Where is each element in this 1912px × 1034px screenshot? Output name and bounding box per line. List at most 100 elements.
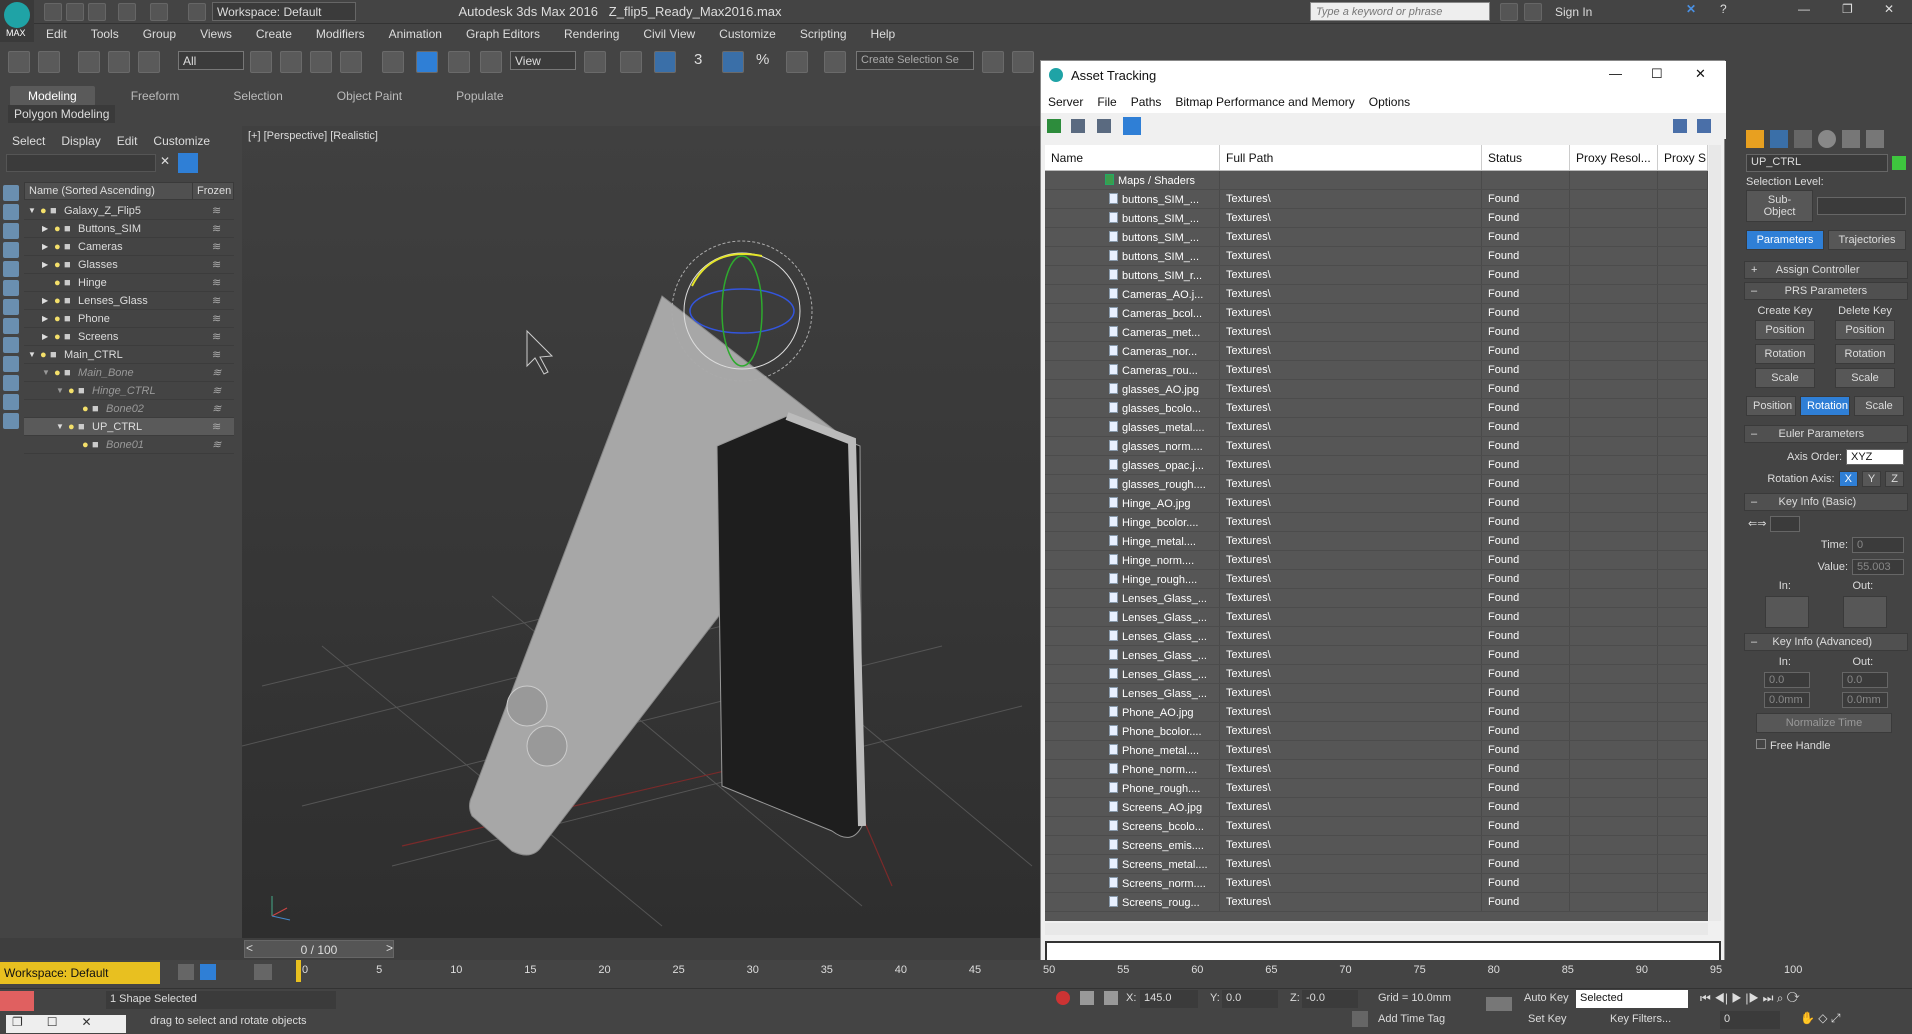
asset-row[interactable]: buttons_SIM_... Textures\ Found (1045, 228, 1708, 247)
goto-end-icon[interactable]: ⏭ (1763, 991, 1774, 1005)
named-selection-dropdown[interactable]: Create Selection Se (856, 51, 974, 70)
expand-toggle-icon[interactable]: ▶ (42, 332, 54, 341)
tree-row[interactable]: ▶ ● ■ Lenses_Glass ≋ (24, 292, 234, 310)
dialog-menu-paths[interactable]: Paths (1124, 91, 1169, 113)
frozen-icon[interactable]: ≋ (212, 366, 234, 379)
time-next-icon[interactable]: > (386, 941, 393, 955)
asset-row[interactable]: Hinge_AO.jpg Textures\ Found (1045, 494, 1708, 513)
keyboard-shortcut-icon[interactable] (654, 51, 676, 73)
menu-help[interactable]: Help (859, 24, 908, 41)
key-mode-dropdown[interactable]: Selected (1576, 990, 1688, 1008)
utilities-tab-icon[interactable] (1866, 130, 1884, 148)
euler-parameters-rollout[interactable]: – Euler Parameters (1744, 425, 1908, 443)
frozen-icon[interactable]: ≋ (212, 438, 234, 451)
curve-editor-icon[interactable] (254, 964, 272, 980)
explorer-menu-customize[interactable]: Customize (145, 130, 218, 152)
asset-row[interactable]: glasses_bcolo... Textures\ Found (1045, 399, 1708, 418)
help-icon[interactable]: ? (1720, 2, 1727, 16)
frozen-icon[interactable]: ≋ (212, 402, 234, 415)
sign-in-button[interactable]: Sign In (1555, 5, 1592, 19)
unlink-icon[interactable] (108, 51, 130, 73)
refresh-icon[interactable] (1047, 119, 1061, 133)
frozen-icon[interactable]: ≋ (212, 276, 234, 289)
asset-row[interactable]: Lenses_Glass_... Textures\ Found (1045, 665, 1708, 684)
asset-row[interactable]: Hinge_norm.... Textures\ Found (1045, 551, 1708, 570)
delete-rotation-key-button[interactable]: Rotation (1835, 344, 1895, 364)
adv-out-mm-field[interactable]: 0.0mm (1842, 692, 1888, 708)
time-field[interactable]: 0 (1852, 537, 1904, 553)
delete-scale-key-button[interactable]: Scale (1835, 368, 1895, 388)
asset-row[interactable]: Hinge_bcolor.... Textures\ Found (1045, 513, 1708, 532)
visibility-bulb-icon[interactable]: ● (54, 313, 64, 325)
menu-civil-view[interactable]: Civil View (631, 24, 707, 41)
expand-toggle-icon[interactable]: ▶ (42, 242, 54, 251)
rotate-gizmo-y-ring[interactable] (721, 255, 763, 367)
expand-toggle-icon[interactable]: ▼ (28, 206, 40, 215)
expand-toggle-icon[interactable]: ▶ (42, 296, 54, 305)
asset-row[interactable]: Lenses_Glass_... Textures\ Found (1045, 684, 1708, 703)
object-name-field[interactable]: UP_CTRL (1746, 154, 1889, 172)
frozen-icon[interactable]: ≋ (212, 258, 234, 271)
lock-selection-icon[interactable] (1080, 991, 1094, 1005)
frozen-icon[interactable]: ≋ (212, 312, 234, 325)
tab-modeling[interactable]: Modeling (10, 86, 95, 106)
y-field[interactable]: 0.0 (1222, 990, 1278, 1008)
adv-in-field[interactable]: 0.0 (1764, 672, 1810, 688)
explorer-menu-select[interactable]: Select (4, 130, 53, 152)
motion-tab-icon[interactable] (1818, 130, 1836, 148)
move-icon[interactable] (382, 51, 404, 73)
current-frame-field[interactable]: 0 (1720, 1011, 1780, 1029)
z-field[interactable]: -0.0 (1302, 990, 1358, 1008)
display-lights-icon[interactable] (3, 242, 19, 258)
pivot-center-icon[interactable] (584, 51, 606, 73)
axis-y-button[interactable]: Y (1861, 471, 1882, 487)
asset-row[interactable]: Screens_AO.jpg Textures\ Found (1045, 798, 1708, 817)
transform-type-in-icon[interactable] (1104, 991, 1118, 1005)
close-x-icon[interactable]: ✕ (1686, 2, 1704, 20)
asset-row[interactable]: Screens_metal.... Textures\ Found (1045, 855, 1708, 874)
menu-views[interactable]: Views (188, 24, 244, 41)
menu-rendering[interactable]: Rendering (552, 24, 631, 41)
col-name-header[interactable]: Name (Sorted Ascending) (25, 183, 193, 199)
tree-row[interactable]: ● ■ Hinge ≋ (24, 274, 234, 292)
expand-toggle-icon[interactable]: ▼ (28, 350, 40, 359)
asset-row[interactable]: Screens_norm.... Textures\ Found (1045, 874, 1708, 893)
parameters-button[interactable]: Parameters (1746, 230, 1824, 250)
menu-customize[interactable]: Customize (707, 24, 788, 41)
asset-row[interactable]: Lenses_Glass_... Textures\ Found (1045, 627, 1708, 646)
next-key-icon[interactable]: ⇒ (1757, 518, 1766, 530)
angle-snap-icon[interactable] (722, 51, 744, 73)
hierarchy-tab-icon[interactable] (1794, 130, 1812, 148)
window-close-icon[interactable]: ✕ (1884, 2, 1894, 16)
display-helpers-icon[interactable] (3, 280, 19, 296)
visibility-bulb-icon[interactable]: ● (54, 277, 64, 289)
maximize-small-icon[interactable]: ☐ (29, 1015, 76, 1029)
frozen-icon[interactable]: ≋ (212, 348, 234, 361)
asset-row[interactable]: glasses_opac.j... Textures\ Found (1045, 456, 1708, 475)
time-slider-thumb[interactable]: 0 / 100 (244, 940, 394, 958)
expand-toggle-icon[interactable]: ▶ (42, 314, 54, 323)
time-slider[interactable]: 0 / 100 < > (0, 938, 1040, 960)
tree-row[interactable]: ▼ ● ■ Hinge_CTRL ≋ (24, 382, 234, 400)
asset-row[interactable]: Screens_emis.... Textures\ Found (1045, 836, 1708, 855)
asset-row[interactable]: Cameras_nor... Textures\ Found (1045, 342, 1708, 361)
track-ticks[interactable]: 0 5 10 15 20 25 30 35 40 45 50 55 60 65 70 75 80 85 90 95 10… (296, 960, 1856, 988)
redo-toolbar-icon[interactable] (38, 51, 60, 73)
frozen-icon[interactable]: ≋ (212, 204, 234, 217)
menu-create[interactable]: Create (244, 24, 304, 41)
percent-snap-icon[interactable]: % (756, 51, 769, 68)
selection-filter-dropdown[interactable]: All (178, 51, 244, 70)
auto-key-button[interactable]: Auto Key (1524, 992, 1569, 1004)
clear-find-icon[interactable]: ✕ (160, 154, 170, 168)
tree-row[interactable]: ▼ ● ■ Main_CTRL ≋ (24, 346, 234, 364)
asset-row[interactable]: Cameras_AO.j... Textures\ Found (1045, 285, 1708, 304)
key-filters-button[interactable]: Key Filters... (1610, 1013, 1671, 1025)
col-name[interactable]: Name (1045, 145, 1220, 170)
visibility-bulb-icon[interactable]: ● (54, 331, 64, 343)
display-none-icon[interactable] (3, 185, 19, 201)
set-key-button[interactable]: Set Key (1528, 1013, 1567, 1025)
prs-parameters-rollout[interactable]: – PRS Parameters (1744, 282, 1908, 300)
visibility-bulb-icon[interactable]: ● (54, 295, 64, 307)
rotation-mode-button[interactable]: Rotation (1800, 396, 1850, 416)
display-hidden-icon[interactable] (3, 413, 19, 429)
